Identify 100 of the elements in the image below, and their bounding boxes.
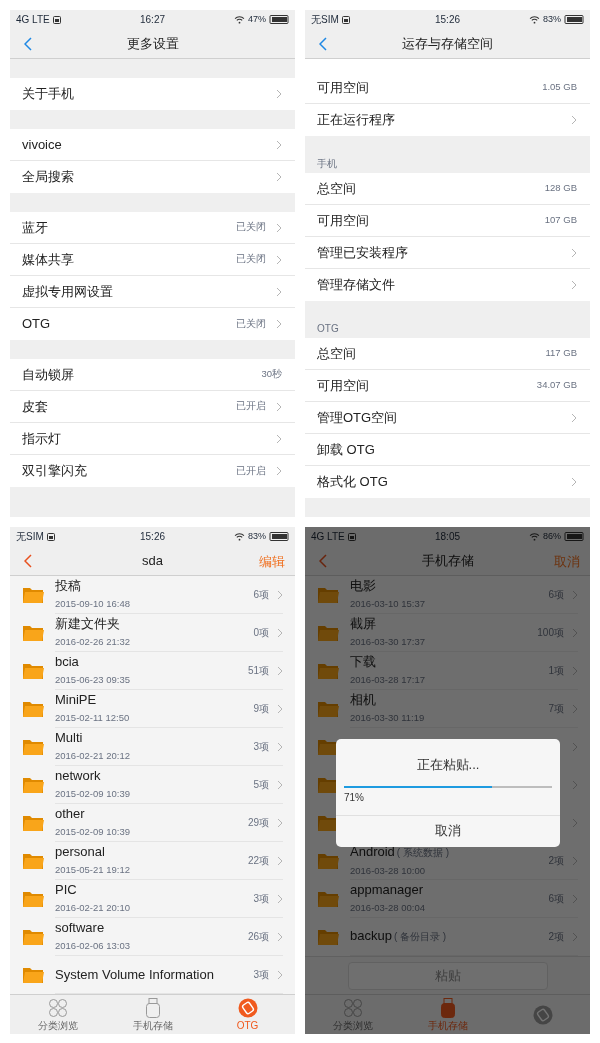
row-value: 已关闭 <box>236 252 266 267</box>
settings-row[interactable]: 管理存储文件 <box>305 269 590 301</box>
folder-date: 2015-02-11 12:50 <box>55 711 131 725</box>
back-icon[interactable] <box>319 37 327 51</box>
row-value: 128 GB <box>544 181 577 196</box>
row-label: vivoice <box>22 135 63 154</box>
folder-name: bcia <box>55 654 79 670</box>
battery-icon <box>564 15 584 24</box>
battery-percent: 83% <box>543 12 561 26</box>
settings-row[interactable]: 可用空间 107 GB <box>305 205 590 237</box>
row-label: 可用空间 <box>317 211 370 230</box>
battery-icon <box>564 532 584 541</box>
folder-date: 2015-05-21 19:12 <box>55 863 131 877</box>
clock-text: 15:26 <box>140 530 165 544</box>
settings-row[interactable]: 格式化 OTG <box>305 466 590 498</box>
settings-row[interactable]: 虚拟专用网设置 <box>10 276 295 308</box>
back-icon[interactable] <box>319 554 327 568</box>
folder-row[interactable]: network 2015-02-09 10:39 5项 <box>10 766 295 804</box>
back-icon[interactable] <box>24 37 32 51</box>
row-label: 管理已安装程序 <box>317 243 409 262</box>
row-value: 已关闭 <box>236 316 266 331</box>
folder-icon <box>22 890 44 908</box>
settings-row[interactable]: OTG 已关闭 <box>10 308 295 340</box>
settings-row[interactable]: 可用空间 34.07 GB <box>305 370 590 402</box>
folder-icon <box>317 890 339 908</box>
wifi-icon <box>529 15 540 24</box>
settings-row[interactable]: 自动锁屏 30秒 <box>10 359 295 391</box>
item-count: 26项 <box>247 930 269 944</box>
folder-date: 2015-09-10 16:48 <box>55 597 131 611</box>
settings-row[interactable]: 管理已安装程序 <box>305 237 590 269</box>
folder-name: PIC <box>55 882 77 898</box>
chevron-icon <box>572 780 578 790</box>
folder-row[interactable]: other 2015-02-09 10:39 29项 <box>10 804 295 842</box>
folder-row[interactable]: PIC 2016-02-21 20:10 3项 <box>10 880 295 918</box>
row-value: 30秒 <box>261 367 282 382</box>
row-label: 正在运行程序 <box>317 111 396 130</box>
folder-name: MiniPE <box>55 692 97 708</box>
chevron-icon <box>572 893 578 904</box>
settings-row[interactable]: 指示灯 <box>10 423 295 455</box>
settings-row[interactable]: 皮套 已开启 <box>10 391 295 423</box>
row-label: 卸载 OTG <box>317 440 376 459</box>
settings-row[interactable]: 双引擎闪充 已开启 <box>10 455 295 487</box>
row-label: 全局搜索 <box>22 168 75 187</box>
row-label: 自动锁屏 <box>22 365 75 384</box>
row-value: 已开启 <box>236 399 266 414</box>
wifi-icon <box>234 532 245 541</box>
back-icon[interactable] <box>24 554 32 568</box>
folder-icon <box>22 624 44 642</box>
battery-icon <box>269 15 289 24</box>
folder-date: 2016-02-06 13:03 <box>55 939 131 953</box>
settings-row[interactable]: 卸载 OTG <box>305 434 590 466</box>
folder-name: personal <box>55 844 105 860</box>
folder-row[interactable]: software 2016-02-06 13:03 26项 <box>10 918 295 956</box>
folder-icon <box>22 738 44 756</box>
cancel-button[interactable]: 取消 <box>336 814 560 847</box>
settings-row[interactable]: 可用空间 1.05 GB <box>305 72 590 104</box>
settings-row[interactable]: vivoice <box>10 129 295 161</box>
usb-drive-icon <box>440 998 455 1018</box>
folder-icon <box>317 738 339 756</box>
notification-icon <box>52 15 61 24</box>
settings-row[interactable]: 关于手机 <box>10 78 295 110</box>
row-value: 已开启 <box>236 463 266 478</box>
tab[interactable]: 手机存储 <box>105 995 200 1034</box>
chevron-icon <box>277 665 283 676</box>
folder-row[interactable]: 投稿 2015-09-10 16:48 6项 <box>10 576 295 614</box>
settings-row[interactable]: 管理OTG空间 <box>305 402 590 434</box>
chevron-icon <box>572 742 578 752</box>
chevron-icon <box>277 703 283 714</box>
clock-text: 15:26 <box>435 13 460 27</box>
row-label: 媒体共享 <box>22 250 75 269</box>
folder-row[interactable]: personal 2015-05-21 19:12 22项 <box>10 842 295 880</box>
row-value: 已关闭 <box>236 220 266 235</box>
otg-icon <box>532 1004 553 1025</box>
settings-row[interactable]: 总空间 117 GB <box>305 338 590 370</box>
folder-row[interactable]: bcia 2015-06-23 09:35 51项 <box>10 652 295 690</box>
row-value: 117 GB <box>545 346 577 361</box>
item-count: 3项 <box>253 892 269 906</box>
row-label: 可用空间 <box>317 376 370 395</box>
row-value: 107 GB <box>544 213 577 228</box>
settings-row[interactable]: 总空间 128 GB <box>305 173 590 205</box>
dialog-title: 正在粘贴... <box>416 756 480 774</box>
folder-row[interactable]: Multi 2016-02-21 20:12 3项 <box>10 728 295 766</box>
folder-row[interactable]: MiniPE 2015-02-11 12:50 9项 <box>10 690 295 728</box>
item-count: 3项 <box>253 968 269 982</box>
carrier-text: 无SIM <box>16 530 44 544</box>
folder-date: 2015-02-09 10:39 <box>55 787 131 801</box>
item-count: 51项 <box>247 664 269 678</box>
chevron-icon <box>572 931 578 942</box>
settings-row[interactable]: 媒体共享 已关闭 <box>10 244 295 276</box>
settings-row[interactable]: 蓝牙 已关闭 <box>10 212 295 244</box>
chevron-icon <box>277 969 283 980</box>
tab[interactable]: 分类浏览 <box>10 995 105 1034</box>
settings-row[interactable]: 全局搜索 <box>10 161 295 193</box>
chevron-icon <box>277 589 283 600</box>
folder-name: 投稿 <box>55 578 81 594</box>
settings-row[interactable]: 正在运行程序 <box>305 104 590 136</box>
row-label: 双引擎闪充 <box>22 462 88 481</box>
folder-row[interactable]: 新建文件夹 2016-02-26 21:32 0项 <box>10 614 295 652</box>
screen-title: 运存与存储空间 <box>402 34 493 53</box>
folder-icon <box>317 700 339 718</box>
